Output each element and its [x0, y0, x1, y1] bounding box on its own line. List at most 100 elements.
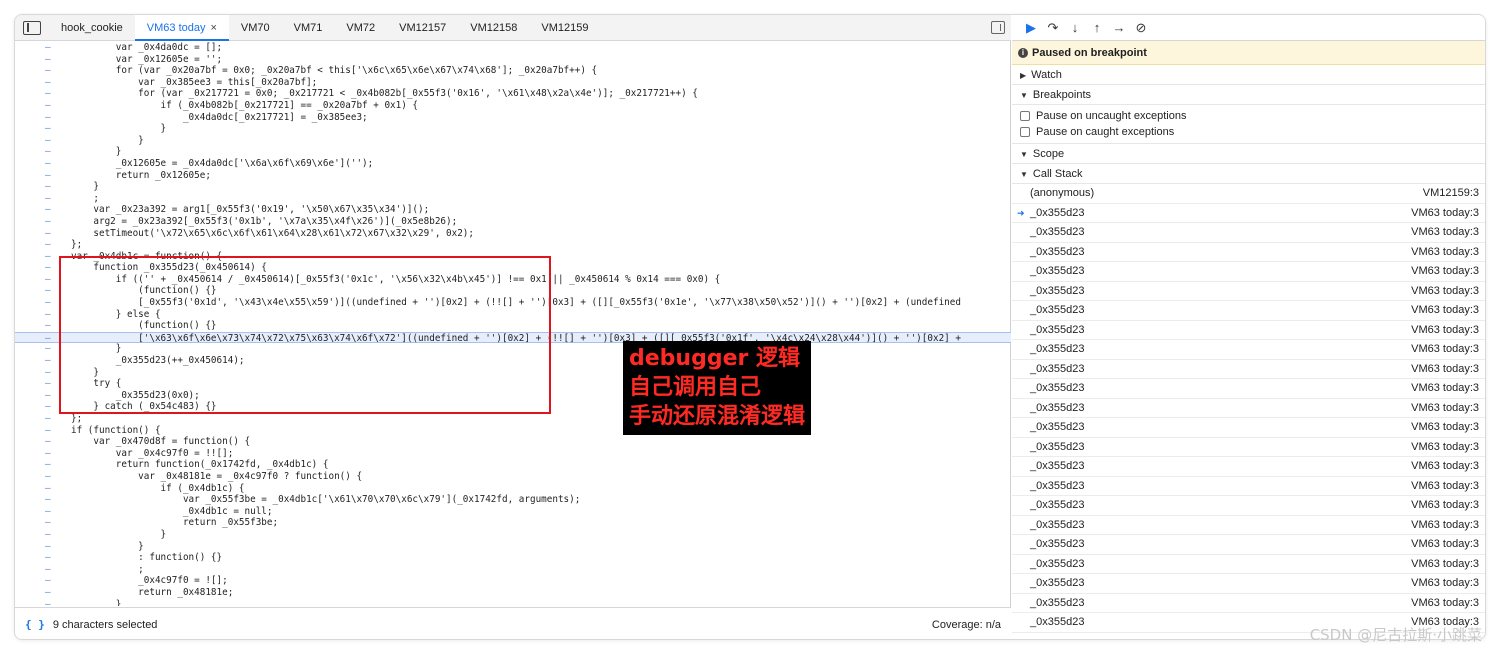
- gutter-marker[interactable]: –: [45, 541, 55, 553]
- gutter-marker[interactable]: –: [45, 54, 55, 66]
- call-frame-location[interactable]: VM63 today:3: [1411, 594, 1479, 614]
- call-frame-location[interactable]: VM63 today:3: [1411, 418, 1479, 438]
- code-line[interactable]: – if (_0x4b082b[_0x217721] == _0x20a7bf …: [15, 100, 1011, 112]
- gutter-marker[interactable]: –: [45, 413, 55, 425]
- code-line[interactable]: – _0x4c97f0 = ![];: [15, 575, 1011, 587]
- gutter-marker[interactable]: –: [45, 448, 55, 460]
- breakpoints-section[interactable]: ▼ Breakpoints: [1012, 85, 1485, 105]
- call-frame-location[interactable]: VM63 today:3: [1411, 223, 1479, 243]
- code-line[interactable]: – if (_0x4db1c) {: [15, 483, 1011, 495]
- call-frame[interactable]: _0x355d23 VM63 today:3: [1012, 223, 1485, 243]
- gutter-marker[interactable]: –: [45, 483, 55, 495]
- pretty-print-button[interactable]: { }: [25, 618, 45, 631]
- gutter-marker[interactable]: –: [45, 320, 55, 332]
- call-frame-location[interactable]: VM63 today:3: [1411, 301, 1479, 321]
- step-over-icon[interactable]: ↷: [1042, 20, 1064, 36]
- close-icon[interactable]: ×: [210, 22, 216, 34]
- gutter-marker[interactable]: –: [45, 135, 55, 147]
- gutter-marker[interactable]: –: [45, 575, 55, 587]
- call-frame[interactable]: _0x355d23 VM63 today:3: [1012, 340, 1485, 360]
- tab-5[interactable]: VM12157: [387, 15, 458, 41]
- code-line[interactable]: – }: [15, 146, 1011, 158]
- tab-3[interactable]: VM71: [282, 15, 335, 41]
- gutter-marker[interactable]: –: [45, 343, 55, 355]
- code-line[interactable]: – var _0x4c97f0 = !![];: [15, 448, 1011, 460]
- code-line[interactable]: – var _0x12605e = '';: [15, 54, 1011, 66]
- gutter-marker[interactable]: –: [45, 274, 55, 286]
- code-line[interactable]: – } else {: [15, 309, 1011, 321]
- sidebar-right-icon[interactable]: [991, 21, 1005, 34]
- code-view[interactable]: – var _0x4da0dc = []; – var _0x12605e = '…: [15, 42, 1011, 606]
- gutter-marker[interactable]: –: [45, 239, 55, 251]
- call-frame[interactable]: _0x355d23 VM63 today:3: [1012, 496, 1485, 516]
- call-frame[interactable]: _0x355d23 VM63 today:3: [1012, 594, 1485, 614]
- call-frame[interactable]: _0x355d23 VM63 today:3: [1012, 262, 1485, 282]
- gutter-marker[interactable]: –: [45, 65, 55, 77]
- code-line[interactable]: – _0x12605e = _0x4da0dc['\x6a\x6f\x69\x6…: [15, 158, 1011, 170]
- code-line[interactable]: – }: [15, 181, 1011, 193]
- resume-icon[interactable]: ▶: [1020, 20, 1042, 36]
- gutter-marker[interactable]: –: [45, 436, 55, 448]
- code-line[interactable]: – var _0x23a392 = arg1[_0x55f3('0x19', '…: [15, 204, 1011, 216]
- gutter-marker[interactable]: –: [45, 216, 55, 228]
- gutter-marker[interactable]: –: [45, 146, 55, 158]
- pause-uncaught-row[interactable]: Pause on uncaught exceptions: [1012, 108, 1485, 124]
- code-line[interactable]: – var _0x4da0dc = [];: [15, 42, 1011, 54]
- call-frame-location[interactable]: VM63 today:3: [1411, 555, 1479, 575]
- call-frame-location[interactable]: VM63 today:3: [1411, 574, 1479, 594]
- call-frame-location[interactable]: VM63 today:3: [1411, 379, 1479, 399]
- code-line[interactable]: –};: [15, 239, 1011, 251]
- code-line[interactable]: – ;: [15, 564, 1011, 576]
- code-line[interactable]: – (function() {}: [15, 320, 1011, 332]
- gutter-marker[interactable]: –: [45, 204, 55, 216]
- gutter-marker[interactable]: –: [45, 587, 55, 599]
- gutter-marker[interactable]: –: [45, 552, 55, 564]
- call-frame-location[interactable]: VM63 today:3: [1411, 321, 1479, 341]
- code-line[interactable]: – return _0x55f3be;: [15, 517, 1011, 529]
- code-line[interactable]: – arg2 = _0x23a392[_0x55f3('0x1b', '\x7a…: [15, 216, 1011, 228]
- code-line[interactable]: – var _0x385ee3 = this[_0x20a7bf];: [15, 77, 1011, 89]
- call-frame[interactable]: _0x355d23 VM63 today:3: [1012, 360, 1485, 379]
- code-line[interactable]: – _0x4db1c = null;: [15, 506, 1011, 518]
- code-line[interactable]: – }: [15, 367, 1011, 379]
- code-line[interactable]: – return _0x48181e;: [15, 587, 1011, 599]
- code-line[interactable]: – function _0x355d23(_0x450614) {: [15, 262, 1011, 274]
- call-frame[interactable]: _0x355d23 VM63 today:3: [1012, 301, 1485, 321]
- gutter-marker[interactable]: –: [45, 112, 55, 124]
- code-line[interactable]: – setTimeout('\x72\x65\x6c\x6f\x61\x64\x…: [15, 228, 1011, 240]
- code-line[interactable]: – } catch (_0x54c483) {}: [15, 401, 1011, 413]
- gutter-marker[interactable]: –: [45, 367, 55, 379]
- code-line[interactable]: – var _0x48181e = _0x4c97f0 ? function()…: [15, 471, 1011, 483]
- call-frame-location[interactable]: VM12159:3: [1423, 184, 1479, 204]
- step-icon[interactable]: →: [1108, 20, 1130, 35]
- gutter-marker[interactable]: –: [45, 193, 55, 205]
- call-frame-location[interactable]: VM63 today:3: [1411, 535, 1479, 555]
- code-line[interactable]: – _0x355d23(0x0);: [15, 390, 1011, 402]
- pause-caught-checkbox[interactable]: [1020, 127, 1030, 137]
- tab-2[interactable]: VM70: [229, 15, 282, 41]
- tab-0[interactable]: hook_cookie: [49, 15, 135, 41]
- sidebar-toggle-icon[interactable]: [23, 20, 41, 35]
- gutter-marker[interactable]: –: [45, 262, 55, 274]
- gutter-marker[interactable]: –: [45, 285, 55, 297]
- code-line[interactable]: – return function(_0x1742fd, _0x4db1c) {: [15, 459, 1011, 471]
- call-frame[interactable]: _0x355d23 VM63 today:3: [1012, 418, 1485, 438]
- code-line[interactable]: – ;: [15, 193, 1011, 205]
- gutter-marker[interactable]: –: [45, 100, 55, 112]
- code-line[interactable]: – (function() {}: [15, 285, 1011, 297]
- code-line[interactable]: – : function() {}: [15, 552, 1011, 564]
- call-frame-location[interactable]: VM63 today:3: [1411, 477, 1479, 497]
- call-frame[interactable]: _0x355d23 VM63 today:3: [1012, 243, 1485, 263]
- gutter-marker[interactable]: –: [45, 471, 55, 483]
- pause-uncaught-checkbox[interactable]: [1020, 111, 1030, 121]
- code-line[interactable]: – }: [15, 599, 1011, 607]
- gutter-marker[interactable]: –: [45, 297, 55, 309]
- gutter-marker[interactable]: –: [45, 88, 55, 100]
- scope-section[interactable]: ▼ Scope: [1012, 144, 1485, 164]
- call-frame-location[interactable]: VM63 today:3: [1411, 243, 1479, 263]
- code-line[interactable]: – }: [15, 135, 1011, 147]
- call-frame[interactable]: _0x355d23 VM63 today:3: [1012, 379, 1485, 399]
- call-frame-location[interactable]: VM63 today:3: [1411, 438, 1479, 458]
- call-frame[interactable]: _0x355d23 VM63 today:3: [1012, 516, 1485, 535]
- gutter-marker[interactable]: –: [45, 517, 55, 529]
